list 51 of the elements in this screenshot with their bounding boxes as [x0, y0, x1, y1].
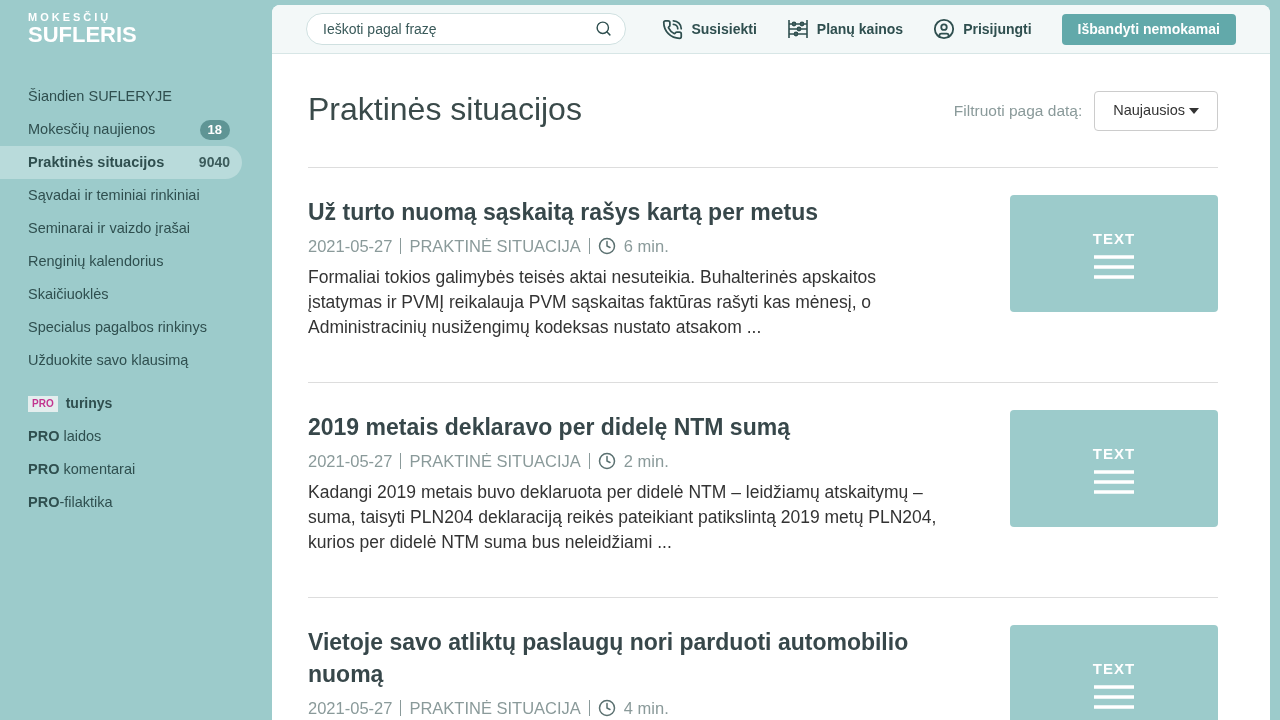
pro-tag: PRO — [28, 395, 58, 412]
logo: SUFLERIS — [28, 23, 138, 47]
sidebar-item[interactable]: Praktinės situacijos 9040 — [0, 146, 242, 179]
sidebar-item[interactable]: PRO-filaktika — [0, 486, 272, 519]
count-badge: 18 — [199, 119, 230, 140]
article-category: PRAKTINĖ SITUACIJA — [409, 451, 581, 472]
article-date: 2021-05-27 — [308, 451, 393, 472]
sidebar-item[interactable]: Skaičiuoklės — [0, 278, 242, 311]
header-link[interactable]: Prisijungti — [933, 18, 1032, 40]
caret-icon — [1189, 107, 1199, 114]
phone-icon — [662, 18, 684, 40]
text-lines-icon — [1094, 254, 1134, 279]
article-date: 2021-05-27 — [308, 698, 393, 719]
text-lines-icon — [1094, 469, 1134, 494]
abacus-icon — [786, 18, 809, 40]
sidebar-item[interactable]: Mokesčių naujienos 18 — [0, 113, 242, 146]
clock-icon — [597, 699, 616, 718]
read-time: 6 min. — [623, 236, 669, 257]
page-title: Praktinės situacijos — [308, 89, 582, 129]
article-excerpt: Formaliai tokios galimybės teisės aktai nesuteikia. Buhalterinės apskaitos įstatymas ir PVMĮ reikalauja PVM sąskaitas faktūras rašyti kas mėnesį, o Administracinių nusižengimų kodeksas nustato atsakom ... — [308, 265, 878, 339]
article-category: PRAKTINĖ SITUACIJA — [409, 698, 581, 719]
item-count: 9040 — [198, 153, 230, 172]
article-title[interactable]: Vietoje savo atliktų paslaugų nori parduoti automobilio nuomą — [308, 626, 948, 690]
search-field[interactable]: Ieškoti pagal frazę — [306, 13, 626, 45]
filter-label: Filtruoti paga datą: — [953, 100, 1083, 121]
read-time: 4 min. — [623, 698, 669, 719]
article-date: 2021-05-27 — [308, 236, 393, 257]
user-icon — [933, 18, 956, 40]
search-icon[interactable] — [595, 20, 612, 37]
sidebar-item[interactable]: Renginių kalendorius — [0, 245, 242, 278]
sidebar-item[interactable]: Užduokite savo klausimą — [0, 344, 242, 377]
header-link[interactable]: Planų kainos — [786, 18, 904, 40]
sidebar-item[interactable]: Specialus pagalbos rinkinys — [0, 311, 242, 344]
section-heading: turinys — [65, 394, 113, 413]
sort-dropdown[interactable]: Naujausios — [1094, 90, 1218, 131]
read-time: 2 min. — [623, 451, 669, 472]
text-lines-icon — [1094, 684, 1134, 709]
article-category: PRAKTINĖ SITUACIJA — [409, 236, 581, 257]
article-excerpt: Kadangi 2019 metais buvo deklaruota per didelė NTM – leidžiamų atskaitymų – suma, taisyti PLN204 deklaraciją reikės pateikiant patikslintą 2019 metų PLN204, kurios per didelė NTM suma bus neleidžiami ... — [308, 480, 938, 554]
sidebar-item[interactable]: PRO laidos — [0, 420, 272, 453]
sidebar-item[interactable]: Seminarai ir vaizdo įrašai — [0, 212, 242, 245]
header-link[interactable]: Susisiekti — [662, 18, 757, 40]
sidebar-item[interactable]: PRO komentarai — [0, 453, 272, 486]
article-title[interactable]: 2019 metais deklaravo per didelę NTM sumą — [308, 411, 948, 443]
clock-icon — [597, 452, 616, 471]
clock-icon — [597, 237, 616, 256]
article-title[interactable]: Už turto nuomą sąskaitą rašys kartą per metus — [308, 196, 948, 228]
logo-top: MOKESČIŲ — [28, 11, 113, 23]
trial-button[interactable]: Išbandyti nemokamai — [1061, 13, 1236, 45]
sidebar-item[interactable]: Šiandien SUFLERYJE — [0, 80, 242, 113]
sidebar-item[interactable]: Sąvadai ir teminiai rinkiniai — [0, 179, 242, 212]
